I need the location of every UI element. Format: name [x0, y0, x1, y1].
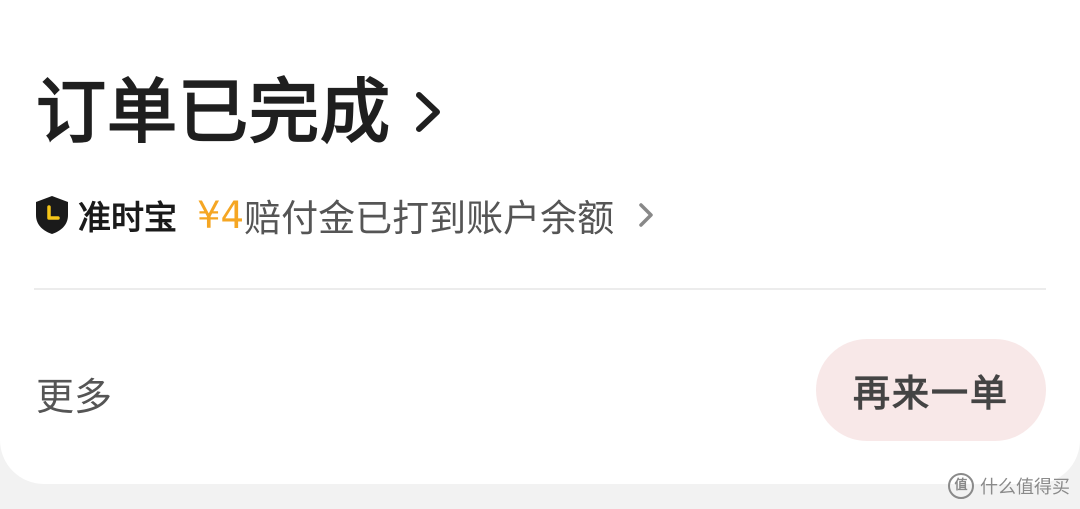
punctuality-compensation-row[interactable]: 准时宝 ¥4 赔付金已打到账户余额: [34, 190, 654, 240]
more-button[interactable]: 更多: [36, 366, 112, 421]
compensation-message: 赔付金已打到账户余额: [244, 197, 615, 240]
divider: [34, 288, 1046, 290]
reorder-button[interactable]: 再来一单: [816, 339, 1046, 441]
watermark-text: 什么值得买: [980, 477, 1070, 498]
chevron-right-icon: [416, 92, 440, 132]
order-status-header[interactable]: 订单已完成: [36, 72, 443, 152]
watermark: 值 什么值得买: [948, 473, 1070, 499]
compensation-amount: ¥4: [197, 193, 245, 237]
chevron-right-icon: [639, 203, 653, 227]
page-title: 订单已完成: [36, 71, 391, 153]
watermark-logo: 值: [948, 473, 974, 499]
shield-clock-icon: [36, 196, 68, 234]
punctuality-brand-label: 准时宝: [78, 198, 177, 237]
